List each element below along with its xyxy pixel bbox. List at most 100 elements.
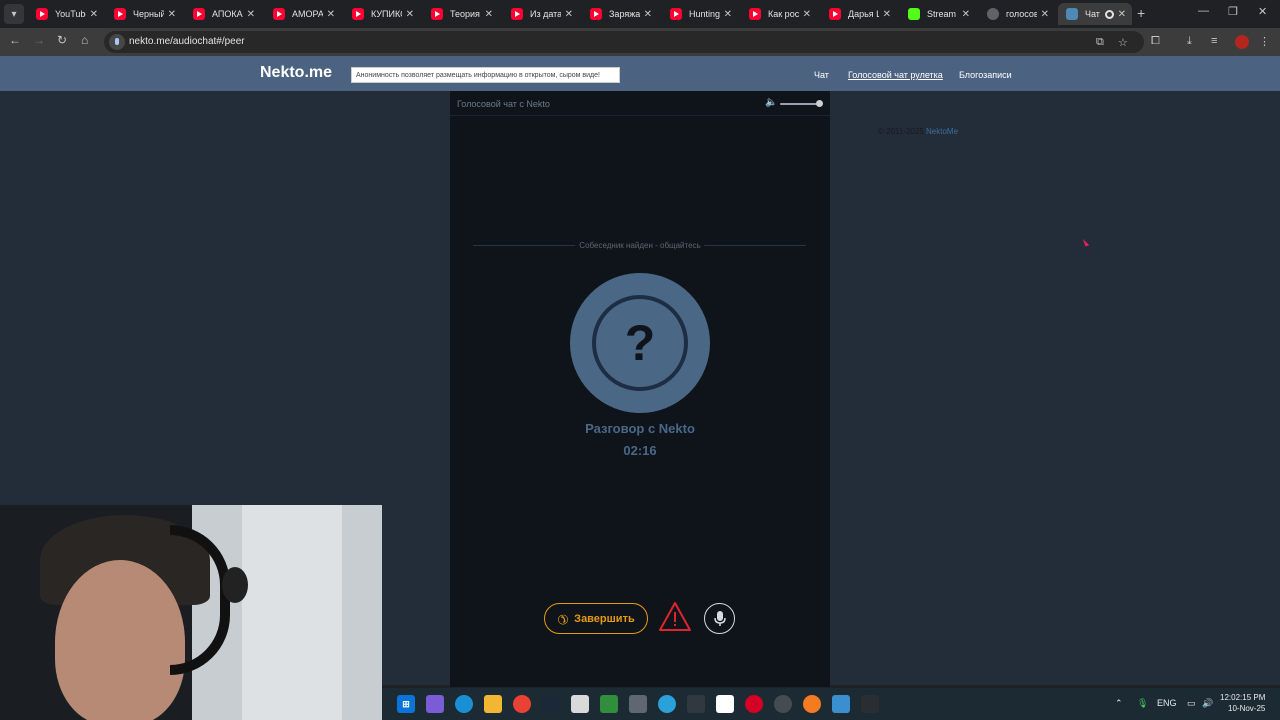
notepad-icon[interactable] <box>600 695 618 713</box>
browser-tab[interactable]: YouTube ✕ <box>28 3 104 25</box>
tray-mic-icon[interactable]: 🎙 <box>1137 698 1148 709</box>
close-tab-icon[interactable]: ✕ <box>485 9 493 20</box>
firefox-icon[interactable] <box>803 695 821 713</box>
browser-tab[interactable]: Теория ✕ <box>423 3 499 25</box>
close-tab-icon[interactable]: ✕ <box>883 9 891 20</box>
reload-icon[interactable]: ↻ <box>57 33 67 47</box>
end-call-button[interactable]: ✆ Завершить <box>544 603 648 634</box>
report-button[interactable] <box>658 600 692 634</box>
keyboard-language[interactable]: ENG <box>1157 698 1177 708</box>
file-explorer-icon[interactable] <box>484 695 502 713</box>
nav-chat-link[interactable]: Чат <box>814 70 829 80</box>
panel-header: Голосовой чат с Nekto 🔈 <box>450 91 830 116</box>
globe-icon <box>987 8 999 20</box>
start-windows-icon[interactable]: ⊞ <box>397 695 415 713</box>
copilot-icon[interactable] <box>426 695 444 713</box>
close-tab-icon[interactable]: ✕ <box>168 9 176 20</box>
close-tab-icon[interactable]: ✕ <box>962 9 970 20</box>
extensions-icon[interactable]: ⧠ <box>1151 35 1160 48</box>
close-tab-icon[interactable]: ✕ <box>724 9 732 20</box>
end-call-label: Завершить <box>574 612 635 625</box>
install-app-icon[interactable]: ⧉ <box>1096 36 1104 49</box>
forward-icon[interactable]: → <box>33 33 45 47</box>
youtube-icon <box>829 8 841 20</box>
tab-title: Из дата <box>530 9 561 19</box>
browser-tab[interactable]: Заряжа ✕ <box>582 3 658 25</box>
browser-tab[interactable]: Дарья Ш ✕ <box>821 3 897 25</box>
close-tab-icon[interactable]: ✕ <box>565 9 573 20</box>
minimize-icon[interactable]: — <box>1198 5 1209 17</box>
edge-icon[interactable] <box>455 695 473 713</box>
nav-blog-link[interactable]: Блогозаписи <box>959 70 1012 80</box>
site-info-icon[interactable] <box>109 34 125 50</box>
chrome-icon[interactable] <box>513 695 531 713</box>
menu-kebab-icon[interactable]: ⋮ <box>1259 35 1270 48</box>
store-icon[interactable] <box>571 695 589 713</box>
tab-search-button[interactable]: ▾ <box>4 4 24 24</box>
browser-tab[interactable]: АПОКАЛ ✕ <box>185 3 261 25</box>
media-control-icon[interactable]: ≡ <box>1211 35 1217 47</box>
epic-games-icon[interactable] <box>861 695 879 713</box>
profile-avatar[interactable] <box>1235 35 1249 49</box>
url-text[interactable]: nekto.me/audiochat#/peer <box>129 36 245 47</box>
telegram-icon[interactable] <box>658 695 676 713</box>
kick-icon <box>908 8 920 20</box>
panel-title: Голосовой чат с Nekto <box>457 99 550 109</box>
unknown-peer-icon: ? <box>596 299 684 387</box>
nekto-icon <box>1066 8 1078 20</box>
site-logo[interactable]: Nekto.me <box>260 64 332 82</box>
obs-icon[interactable] <box>716 695 734 713</box>
status-text: Собеседник найден - общайтесь <box>575 241 705 250</box>
browser-tab[interactable]: Stream ✕ <box>900 3 976 25</box>
home-icon[interactable]: ⌂ <box>81 33 88 47</box>
webcam-curtain <box>242 505 342 720</box>
close-tab-icon[interactable]: ✕ <box>406 9 414 20</box>
address-bar[interactable]: nekto.me/audiochat#/peer ⧉ ☆ <box>104 31 1144 53</box>
restore-icon[interactable]: ❐ <box>1228 5 1238 18</box>
close-tab-icon[interactable]: ✕ <box>327 9 335 20</box>
screenshot-icon[interactable] <box>832 695 850 713</box>
browser-tab[interactable]: Черный ✕ <box>106 3 182 25</box>
browser-tab[interactable]: Как рос ✕ <box>741 3 817 25</box>
bookmark-star-icon[interactable]: ☆ <box>1118 36 1128 49</box>
close-tab-icon[interactable]: ✕ <box>644 9 652 20</box>
browser-tab[interactable]: КУПИКО ✕ <box>344 3 420 25</box>
downloads-icon[interactable]: ⤓ <box>1187 35 1192 48</box>
speaker-icon[interactable]: 🔊 <box>1202 698 1213 709</box>
clock-app-icon[interactable] <box>774 695 792 713</box>
volume-icon[interactable]: 🔈 <box>765 97 777 108</box>
tab-title: КУПИКО <box>371 9 402 19</box>
nav-voice-roulette-link[interactable]: Голосовой чат рулетка <box>848 70 943 80</box>
copyright: © 2011-2025 NektoMe <box>878 127 958 136</box>
system-clock[interactable]: 12:02:15 PM 10-Nov-25 <box>1220 692 1265 714</box>
browser-tab[interactable]: Из дата ✕ <box>503 3 579 25</box>
browser-tab[interactable]: голосов ✕ <box>979 3 1055 25</box>
youtube-icon <box>193 8 205 20</box>
tray-chevron-icon[interactable]: ⌃ <box>1115 698 1123 709</box>
new-tab-button[interactable]: + <box>1137 5 1145 21</box>
opera-icon[interactable] <box>745 695 763 713</box>
browser-tab[interactable]: АМОРАЛ ✕ <box>265 3 341 25</box>
browser-toolbar: ← → ↻ ⌂ nekto.me/audiochat#/peer ⧉ ☆ ⧠ ⤓… <box>0 28 1280 56</box>
volume-slider[interactable] <box>780 103 820 105</box>
microphone-button[interactable] <box>704 603 735 634</box>
back-icon[interactable]: ← <box>9 33 21 47</box>
app-icon[interactable] <box>629 695 647 713</box>
close-tab-icon[interactable]: ✕ <box>1118 9 1126 20</box>
close-tab-icon[interactable]: ✕ <box>90 9 98 20</box>
anonymity-notice: Анонимность позволяет размещать информац… <box>351 67 620 83</box>
nektome-link[interactable]: NektoMe <box>926 127 958 136</box>
browser-tab[interactable]: Hunting ✕ <box>662 3 738 25</box>
steam-icon[interactable] <box>542 695 560 713</box>
network-icon[interactable]: ▭ <box>1187 698 1196 709</box>
tab-title: Теория <box>450 9 480 19</box>
tab-title: АПОКАЛ <box>212 9 243 19</box>
close-window-icon[interactable]: ✕ <box>1258 5 1267 18</box>
youtube-icon <box>431 8 443 20</box>
close-tab-icon[interactable]: ✕ <box>803 9 811 20</box>
mic-app-icon[interactable] <box>687 695 705 713</box>
close-tab-icon[interactable]: ✕ <box>1041 9 1049 20</box>
close-tab-icon[interactable]: ✕ <box>247 9 255 20</box>
volume-slider-knob[interactable] <box>816 100 823 107</box>
browser-tab[interactable]: Чат ✕ <box>1058 3 1132 25</box>
